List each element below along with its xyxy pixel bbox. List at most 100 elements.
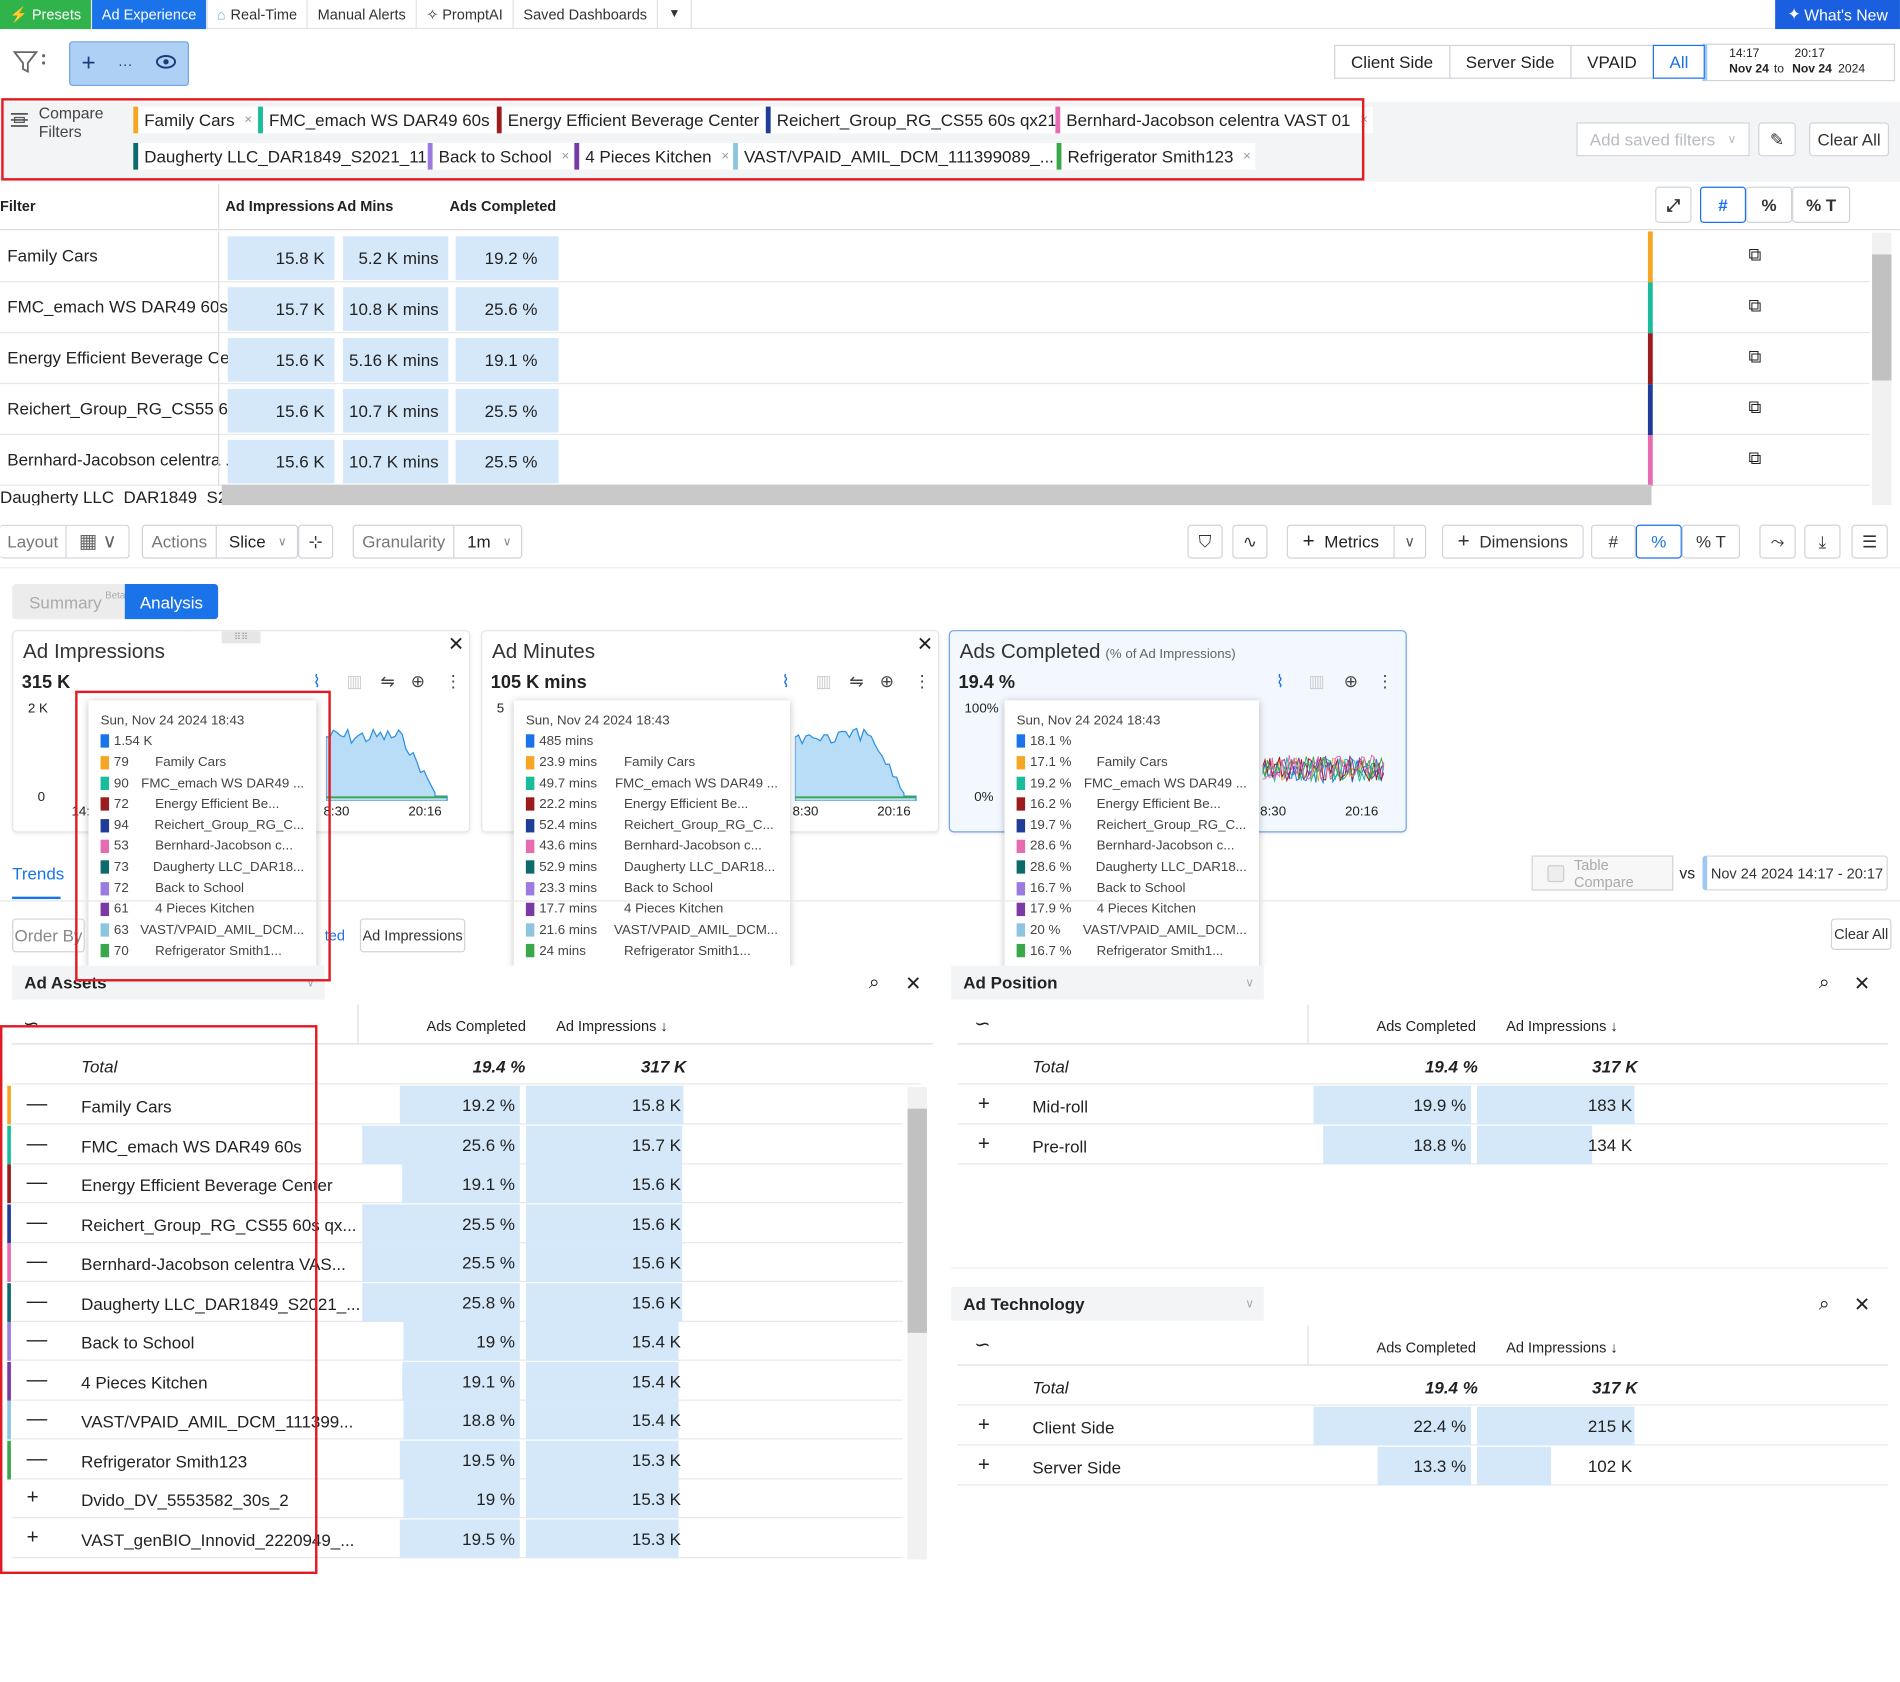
layout-select[interactable]: Layout ▦ ∨ [0,524,131,559]
line-chart-icon[interactable]: ⌇ [782,671,790,692]
header-impressions[interactable]: Ad Impressions [225,198,334,215]
edit-icon[interactable]: ✎ [1758,122,1796,157]
vertical-scrollbar[interactable] [1872,232,1892,506]
col-completed[interactable]: Ads Completed [1376,1018,1475,1035]
bar-chart-icon[interactable]: ▥ [1309,671,1325,692]
granularity-select[interactable]: Granularity 1m ∨ [352,524,523,559]
chart-mode-percent-total[interactable]: % T [1681,524,1741,559]
more-icon[interactable]: ⋮ [445,671,462,692]
saved-dashboards-tab[interactable]: Saved Dashboards [514,0,658,29]
col-impressions[interactable]: Ad Impressions ↓ [1506,1018,1618,1035]
scroll-thumb[interactable] [1872,254,1892,381]
search-icon[interactable]: ⌕ [869,973,880,995]
bar-chart-icon[interactable]: ▥ [347,671,363,692]
col-completed[interactable]: Ads Completed [427,1018,526,1035]
chevron-down-icon[interactable]: ∨ [1395,533,1425,550]
expand-icon[interactable]: ⤢ [1655,186,1692,223]
checkbox[interactable] [1547,864,1565,882]
open-external-icon[interactable]: ⧉ [1748,296,1761,317]
ad-technology-title[interactable]: Ad Technology ∨ [951,1286,1264,1321]
table-row[interactable]: Family Cars 15.8 K 5.2 K mins 19.2 % ⧉ [0,231,1870,283]
settings-icon[interactable]: ☰ [1851,524,1888,559]
order-by-select[interactable]: Order By [12,918,85,953]
col-completed[interactable]: Ads Completed [1376,1339,1475,1356]
analysis-tab[interactable]: Analysis [124,584,219,620]
table-row-partial[interactable]: Daugherty LLC_DAR1849_S2... [0,487,241,505]
clear-all-bottom-button[interactable]: Clear All [1830,918,1892,950]
ad-position-title[interactable]: Ad Position ∨ [951,965,1264,1000]
expand-icon[interactable]: + [978,1131,990,1155]
table-row[interactable]: + Server Side 13.3 % 102 K [957,1446,1888,1485]
close-icon[interactable]: ✕ [905,972,921,996]
sparkline-chart[interactable] [794,716,928,801]
table-row[interactable]: + Client Side 22.4 % 215 K [957,1406,1888,1446]
filter-icon[interactable] [12,46,48,80]
drag-handle[interactable]: ⠿⠿ [221,631,261,644]
split-icon[interactable]: ⊹ [298,524,334,559]
close-icon[interactable]: ✕ [1854,1293,1870,1317]
chevron-down-icon[interactable]: ▼ [658,0,692,29]
trend-icon[interactable]: ∿ [1232,524,1268,559]
swap-icon[interactable]: ⇋ [380,671,394,692]
whats-new-button[interactable]: ✦ What's New [1775,0,1900,30]
table-row[interactable]: FMC_emach WS DAR49 60s 15.7 K 10.8 K mins 2… [0,282,1870,334]
bar-chart-icon[interactable]: ▥ [815,671,831,692]
more-icon[interactable]: ··· [118,55,133,72]
download-icon[interactable]: ⤓ [1804,524,1841,559]
sparkline-chart[interactable] [1262,716,1396,801]
col-impressions[interactable]: Ad Impressions ↓ [1506,1339,1618,1356]
order-chip-impressions[interactable]: Ad Impressions [359,918,466,953]
table-compare-toggle[interactable]: Table Compare [1531,855,1674,891]
mode-percent-total[interactable]: % T [1792,186,1851,223]
trend-icon[interactable]: ∽ [974,1333,990,1357]
compare-date-picker[interactable]: Nov 24 2024 14:17 - 20:17 [1702,855,1888,891]
search-icon[interactable]: ⌕ [1819,1294,1830,1316]
zoom-icon[interactable]: ⊕ [411,671,425,692]
header-mins[interactable]: Ad Mins [337,198,394,215]
line-chart-icon[interactable]: ⌇ [1276,671,1284,692]
presets-tab[interactable]: ⚡ Presets [0,0,93,29]
clear-all-button[interactable]: Clear All [1809,122,1890,157]
expand-icon[interactable]: + [978,1452,990,1476]
date-range-picker[interactable]: 14:17 20:17 Nov 24 to Nov 24 2024 [1702,43,1896,82]
zoom-icon[interactable]: ⊕ [1344,671,1358,692]
open-external-icon[interactable]: ⧉ [1748,448,1761,469]
metrics-button[interactable]: + Metrics ∨ [1286,524,1427,559]
filter-chart-icon[interactable]: ⛉ [1187,524,1223,559]
swap-icon[interactable]: ⇋ [849,671,863,692]
scroll-thumb[interactable] [907,1108,927,1333]
vertical-scrollbar[interactable] [907,1086,927,1560]
all-button[interactable]: All [1652,44,1706,79]
line-chart-icon[interactable]: ⌇ [313,671,321,692]
trends-tab[interactable]: Trends [12,864,64,883]
table-row[interactable]: + Pre-roll 18.8 % 134 K [957,1125,1888,1164]
chart-mode-number[interactable]: # [1590,524,1636,559]
expand-icon[interactable]: + [978,1413,990,1437]
trend-icon[interactable]: ∽ [974,1012,990,1036]
more-icon[interactable]: ⋮ [1376,671,1393,692]
header-completed[interactable]: Ads Completed [450,198,557,215]
server-side-button[interactable]: Server Side [1448,44,1572,79]
vpaid-button[interactable]: VPAID [1570,44,1654,79]
table-row[interactable]: Energy Efficient Beverage Ce... 15.6 K 5.1… [0,333,1870,385]
chart-mode-percent[interactable]: % [1635,524,1682,559]
horizontal-scrollbar[interactable] [221,484,1652,506]
open-external-icon[interactable]: ⧉ [1748,245,1761,266]
summary-tab[interactable]: Summary Beta [12,584,125,620]
client-side-button[interactable]: Client Side [1334,44,1451,79]
col-impressions[interactable]: Ad Impressions ↓ [556,1018,668,1035]
add-saved-filters-select[interactable]: Add saved filters ∨ [1576,122,1750,157]
more-icon[interactable]: ⋮ [914,671,931,692]
expand-icon[interactable]: + [978,1092,990,1116]
realtime-tab[interactable]: ⌂ Real-Time [207,0,308,29]
sparkline-chart[interactable] [325,716,459,801]
mode-percent[interactable]: % [1746,186,1793,223]
table-row[interactable]: Reichert_Group_RG_CS55 60... 15.6 K 10.7 K… [0,384,1870,436]
table-row[interactable]: + Mid-roll 19.9 % 183 K [957,1085,1888,1125]
add-filter-box[interactable]: + ··· [69,41,190,87]
mode-number[interactable]: # [1700,186,1747,223]
promptai-tab[interactable]: ✧ PromptAI [417,0,514,29]
eye-icon[interactable] [155,53,177,75]
table-row[interactable]: Bernhard-Jacobson celentra ... 15.6 K 10.7… [0,435,1870,486]
plus-icon[interactable]: + [81,50,95,78]
